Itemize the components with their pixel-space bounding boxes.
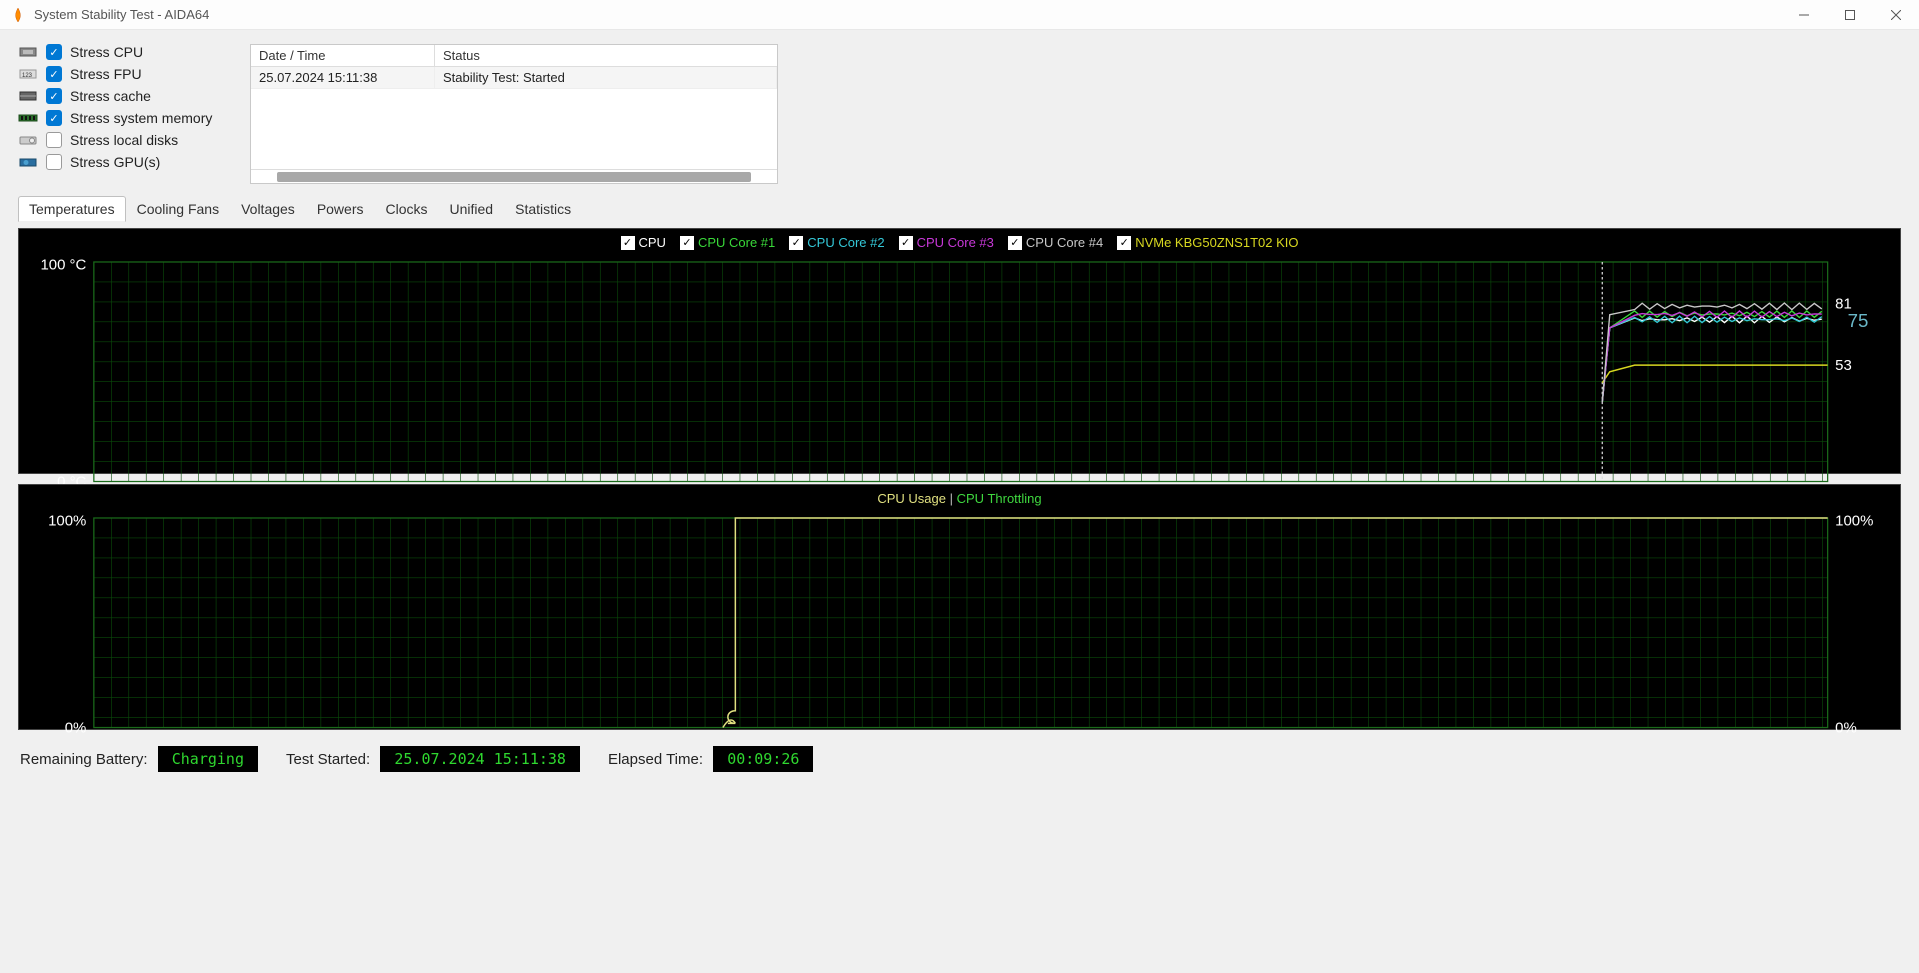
stress-label: Stress local disks [70, 132, 178, 148]
stress-option-cpu: Stress CPU [18, 44, 238, 60]
log-header: Date / Time Status [251, 45, 777, 67]
tab-cooling-fans[interactable]: Cooling Fans [126, 196, 231, 222]
log-table: Date / Time Status 25.07.2024 15:11:38St… [250, 44, 778, 184]
legend-label: CPU Core #4 [1026, 235, 1103, 250]
ram-icon [18, 112, 38, 124]
stress-option-disk: Stress local disks [18, 132, 238, 148]
tab-voltages[interactable]: Voltages [230, 196, 306, 222]
chart2-legend-throttling: CPU Throttling [957, 491, 1042, 506]
stress-checkbox-cache[interactable] [46, 88, 62, 104]
charts: CPU CPU Core #1 CPU Core #2 CPU Core #3 CPU … [0, 222, 1919, 738]
stress-option-fpu: 123 Stress FPU [18, 66, 238, 82]
tabs: TemperaturesCooling FansVoltagesPowersCl… [0, 196, 1919, 222]
chart-usage: CPU Usage | CPU Throttling 100%0%100%0% [18, 484, 1901, 730]
svg-text:100 °C: 100 °C [40, 256, 86, 273]
chart1-legend: CPU CPU Core #1 CPU Core #2 CPU Core #3 CPU … [19, 229, 1900, 252]
stress-checkbox-fpu[interactable] [46, 66, 62, 82]
svg-text:123: 123 [22, 73, 33, 79]
stress-option-gpu: Stress GPU(s) [18, 154, 238, 170]
svg-text:0%: 0% [65, 720, 87, 737]
chart1-legend-item[interactable]: NVMe KBG50ZNS1T02 KIO [1117, 235, 1298, 250]
legend-label: CPU [639, 235, 666, 250]
legend-checkbox[interactable] [621, 236, 635, 250]
stress-checkbox-disk[interactable] [46, 132, 62, 148]
legend-label: NVMe KBG50ZNS1T02 KIO [1135, 235, 1298, 250]
legend-checkbox[interactable] [1117, 236, 1131, 250]
stress-label: Stress cache [70, 88, 151, 104]
legend-label: CPU Core #2 [807, 235, 884, 250]
legend-checkbox[interactable] [899, 236, 913, 250]
window-title: System Stability Test - AIDA64 [34, 7, 209, 22]
chart2-legend-usage: CPU Usage [877, 491, 946, 506]
log-header-status[interactable]: Status [435, 45, 777, 66]
stress-option-cache: Stress cache [18, 88, 238, 104]
chart1-legend-item[interactable]: CPU Core #4 [1008, 235, 1103, 250]
stress-checkbox-ram[interactable] [46, 110, 62, 126]
svg-text:100%: 100% [48, 512, 86, 529]
stress-label: Stress FPU [70, 66, 142, 82]
disk-icon [18, 134, 38, 146]
tab-statistics[interactable]: Statistics [504, 196, 582, 222]
close-button[interactable] [1873, 0, 1919, 30]
fpu-icon: 123 [18, 68, 38, 80]
legend-checkbox[interactable] [789, 236, 803, 250]
stress-label: Stress GPU(s) [70, 154, 160, 170]
legend-label: CPU Core #3 [917, 235, 994, 250]
chart2-plot: 100% 0% 100% 0% [19, 508, 1900, 782]
svg-text:53: 53 [1835, 357, 1852, 374]
svg-text:0%: 0% [1835, 720, 1857, 737]
log-row[interactable]: 25.07.2024 15:11:38Stability Test: Start… [251, 67, 777, 89]
chart2-legend: CPU Usage | CPU Throttling [19, 485, 1900, 508]
tab-clocks[interactable]: Clocks [375, 196, 439, 222]
chart-temperatures: CPU CPU Core #1 CPU Core #2 CPU Core #3 CPU … [18, 228, 1901, 474]
tab-unified[interactable]: Unified [439, 196, 505, 222]
minimize-button[interactable] [1781, 0, 1827, 30]
chart1-legend-item[interactable]: CPU Core #3 [899, 235, 994, 250]
log-body: 25.07.2024 15:11:38Stability Test: Start… [251, 67, 777, 169]
legend-checkbox[interactable] [680, 236, 694, 250]
app-icon [10, 7, 26, 23]
svg-text:75: 75 [1848, 310, 1869, 331]
chart1-legend-item[interactable]: CPU [621, 235, 666, 250]
separator: | [950, 491, 957, 506]
titlebar: System Stability Test - AIDA64 [0, 0, 1919, 30]
stress-checkbox-gpu[interactable] [46, 154, 62, 170]
maximize-button[interactable] [1827, 0, 1873, 30]
log-status: Stability Test: Started [435, 67, 777, 88]
legend-label: CPU Core #1 [698, 235, 775, 250]
chart1-legend-item[interactable]: CPU Core #1 [680, 235, 775, 250]
stress-options: Stress CPU 123 Stress FPU Stress cache Stres… [18, 44, 238, 170]
log-header-datetime[interactable]: Date / Time [251, 45, 435, 66]
top-panel: Stress CPU 123 Stress FPU Stress cache Stres… [0, 30, 1919, 190]
stress-option-ram: Stress system memory [18, 110, 238, 126]
chart1-legend-item[interactable]: CPU Core #2 [789, 235, 884, 250]
legend-checkbox[interactable] [1008, 236, 1022, 250]
log-datetime: 25.07.2024 15:11:38 [251, 67, 435, 88]
stress-label: Stress CPU [70, 44, 143, 60]
tab-temperatures[interactable]: Temperatures [18, 196, 126, 222]
stress-label: Stress system memory [70, 110, 212, 126]
stress-checkbox-cpu[interactable] [46, 44, 62, 60]
svg-text:100%: 100% [1835, 512, 1873, 529]
log-h-scrollbar[interactable] [251, 169, 777, 183]
gpu-icon [18, 156, 38, 168]
cpu-icon [18, 46, 38, 58]
tab-powers[interactable]: Powers [306, 196, 375, 222]
cache-icon [18, 90, 38, 102]
